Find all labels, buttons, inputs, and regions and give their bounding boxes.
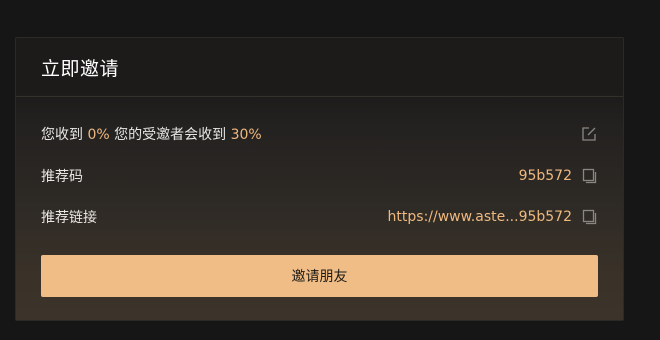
referral-code-row: 推荐码 95b572 xyxy=(41,165,598,187)
referral-link-value: https://www.aste...95b572 xyxy=(387,209,572,225)
copy-icon[interactable] xyxy=(580,208,598,226)
rebate-middle: 您的受邀者会收到 xyxy=(114,127,227,143)
referral-link-label: 推荐链接 xyxy=(41,210,97,226)
invite-card: 立即邀请 您收到 0% 您的受邀者会收到 30% 推荐码 95b572 推荐链接… xyxy=(15,37,624,321)
edit-icon[interactable] xyxy=(580,125,598,143)
referral-link-row: 推荐链接 https://www.aste...95b572 xyxy=(41,206,598,228)
card-title: 立即邀请 xyxy=(41,57,120,80)
referral-link-value-group: https://www.aste...95b572 xyxy=(388,208,598,226)
rebate-row: 您收到 0% 您的受邀者会收到 30% xyxy=(41,123,598,145)
rebate-prefix: 您收到 xyxy=(41,127,83,143)
friend-rate: 30% xyxy=(230,127,262,143)
copy-icon[interactable] xyxy=(580,167,598,185)
referral-code-value: 95b572 xyxy=(518,168,572,184)
card-header: 立即邀请 xyxy=(16,38,623,97)
referral-code-value-group: 95b572 xyxy=(519,167,598,185)
referral-code-label: 推荐码 xyxy=(41,169,83,185)
invite-friends-button[interactable]: 邀请朋友 xyxy=(41,255,598,297)
rebate-text: 您收到 0% 您的受邀者会收到 30% xyxy=(41,124,262,144)
my-rate: 0% xyxy=(87,127,110,143)
